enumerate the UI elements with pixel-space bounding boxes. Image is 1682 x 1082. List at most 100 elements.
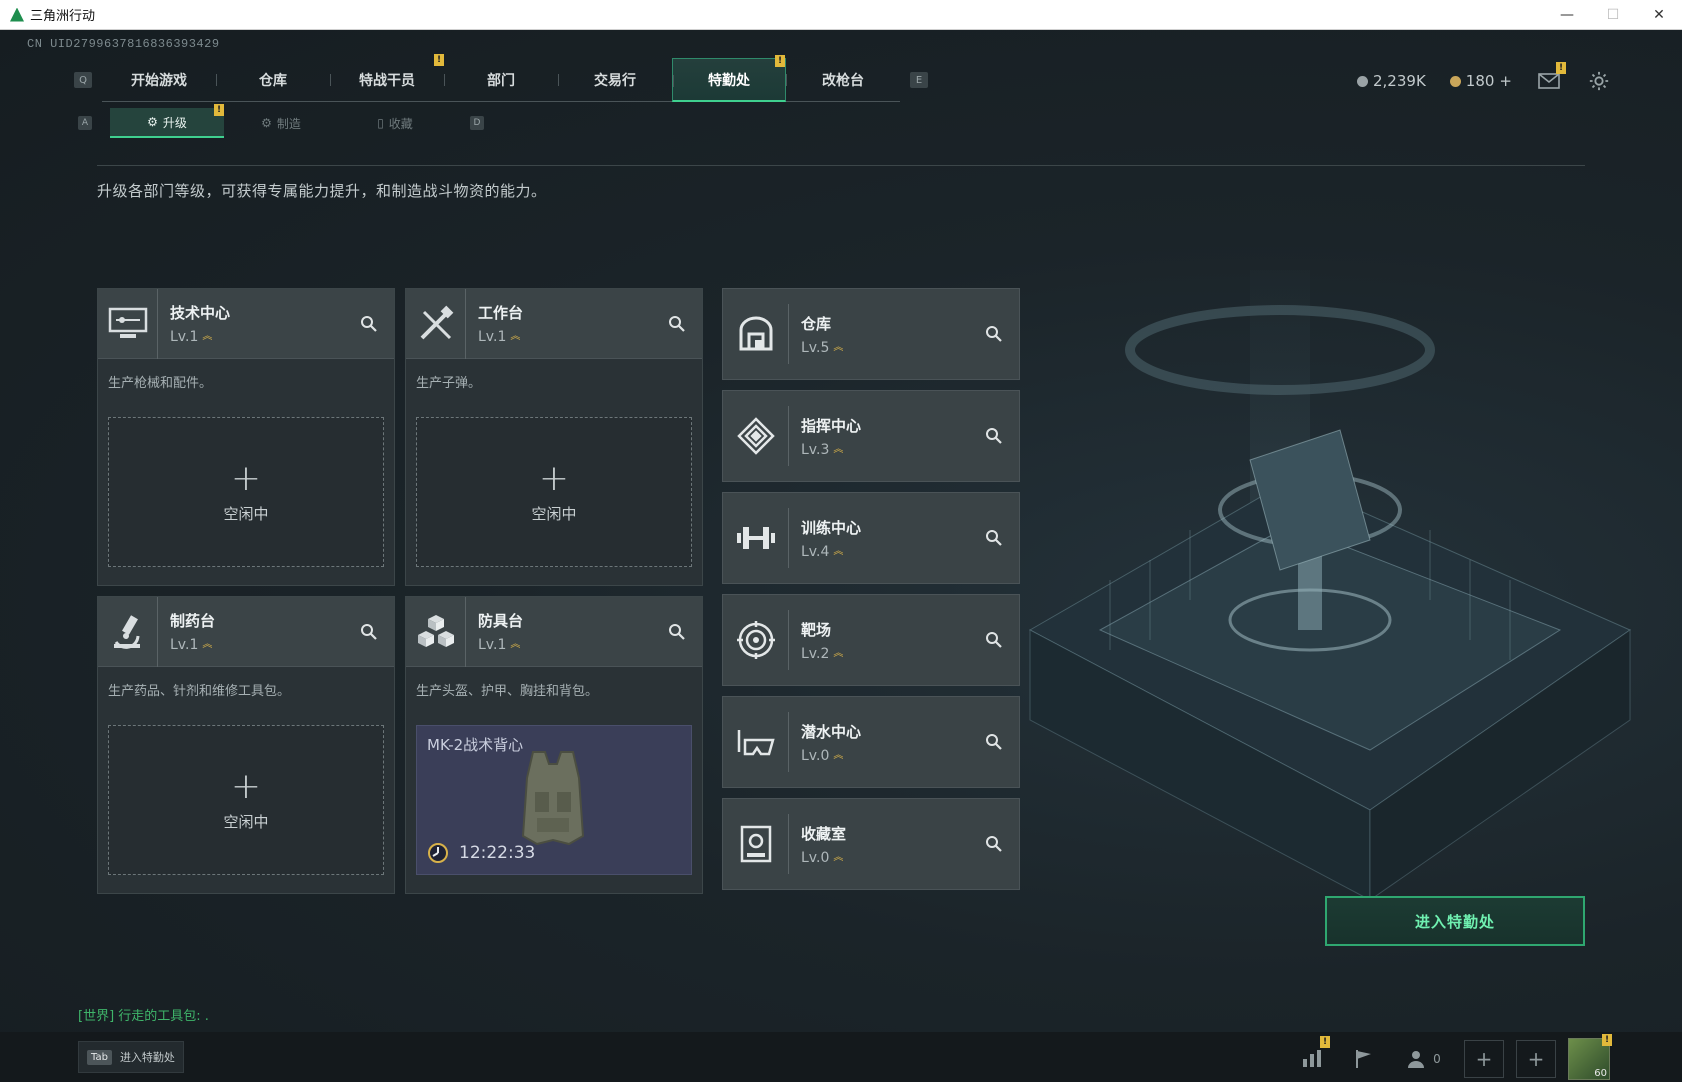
game-viewport: CN UID2799637816836393429 Q 开始游戏 仓库 特战干员… bbox=[0, 30, 1682, 1082]
level-up-icon: ︽ bbox=[833, 545, 844, 557]
flag-button[interactable] bbox=[1344, 1040, 1384, 1078]
stats-badge: ! bbox=[1320, 1036, 1330, 1048]
warehouse-icon bbox=[723, 304, 789, 364]
search-icon bbox=[361, 316, 377, 332]
collection-icon: ▯ bbox=[377, 116, 384, 130]
minimize-button[interactable]: — bbox=[1544, 0, 1590, 30]
tab-key: Tab bbox=[87, 1049, 112, 1065]
tab-special-ops[interactable]: 特勤处! bbox=[672, 55, 786, 102]
add-slot-button[interactable]: + bbox=[1464, 1040, 1504, 1078]
subtab-label: 收藏 bbox=[388, 116, 413, 131]
production-slot-empty[interactable]: + 空闲中 bbox=[416, 417, 692, 567]
sub-navigation: A ⚙ 升级 ! ⚙ 制造 ▯ 收藏 D bbox=[78, 104, 484, 138]
notification-badge: ! bbox=[775, 55, 785, 67]
search-icon bbox=[669, 624, 685, 640]
dept-description: 生产子弹。 bbox=[416, 376, 482, 391]
tab-trading[interactable]: 交易行 bbox=[558, 58, 672, 102]
production-slot-in-progress[interactable]: MK-2战术背心 12:22:33 bbox=[416, 725, 692, 875]
level-up-icon: ︽ bbox=[833, 749, 844, 761]
enter-special-ops-button[interactable]: 进入特勤处 bbox=[1325, 896, 1585, 946]
tab-shortcut-hint[interactable]: Tab 进入特勤处 bbox=[78, 1041, 184, 1073]
friends-button[interactable]: 0 bbox=[1396, 1040, 1452, 1078]
level-up-icon: ︽ bbox=[833, 341, 844, 353]
mail-icon bbox=[1538, 73, 1560, 89]
tab-label: 交易行 bbox=[594, 73, 636, 89]
add-icon: + bbox=[1475, 1047, 1493, 1071]
window-title: 三角洲行动 bbox=[30, 9, 96, 24]
nav-next-key-hint: E bbox=[910, 72, 928, 88]
gold-coin-icon bbox=[1449, 75, 1461, 87]
dept-card-armor-bench[interactable]: 防具台 Lv.1 ︽ 生产头盔、护甲、胸挂和背包。 MK-2战术背心 12:22:… bbox=[405, 596, 703, 894]
stats-button[interactable]: ! bbox=[1292, 1036, 1332, 1078]
facility-name: 收藏室 bbox=[801, 824, 847, 843]
dept-card-pharmacy[interactable]: 制药台 Lv.1 ︽ 生产药品、针剂和维修工具包。 + 空闲中 bbox=[97, 596, 395, 894]
search-icon bbox=[986, 428, 1002, 444]
inspect-button[interactable] bbox=[358, 621, 380, 643]
notification-badge: ! bbox=[214, 104, 224, 116]
level-up-icon: ︽ bbox=[833, 851, 844, 863]
inspect-button[interactable] bbox=[983, 629, 1005, 651]
settings-button[interactable] bbox=[1586, 68, 1612, 94]
silver-currency[interactable]: 2,239K bbox=[1357, 72, 1426, 90]
maximize-button[interactable]: ☐ bbox=[1590, 0, 1636, 30]
facility-level: Lv.2 bbox=[801, 645, 830, 662]
facility-training-center[interactable]: 训练中心 Lv.4 ︽ bbox=[722, 492, 1020, 584]
tab-start-game[interactable]: 开始游戏 bbox=[102, 58, 216, 102]
inspect-button[interactable] bbox=[358, 313, 380, 335]
production-slot-empty[interactable]: + 空闲中 bbox=[108, 417, 384, 567]
level-up-icon: ︽ bbox=[510, 639, 521, 650]
subtab-upgrade[interactable]: ⚙ 升级 ! bbox=[110, 104, 224, 138]
slot-status: 空闲中 bbox=[223, 812, 269, 831]
avatar-level: 60 bbox=[1594, 1068, 1607, 1079]
add-gold-button[interactable]: + bbox=[1499, 72, 1512, 90]
tab-label: 部门 bbox=[487, 73, 515, 89]
gold-amount: 180 bbox=[1465, 72, 1495, 90]
dept-level: Lv.1 bbox=[170, 329, 199, 345]
gear-icon bbox=[1589, 71, 1609, 91]
inspect-button[interactable] bbox=[983, 527, 1005, 549]
facility-diving-center[interactable]: 潜水中心 Lv.0 ︽ bbox=[722, 696, 1020, 788]
facility-warehouse[interactable]: 仓库 Lv.5 ︽ bbox=[722, 288, 1020, 380]
upgrade-icon: ⚙ bbox=[147, 115, 158, 129]
player-avatar[interactable]: ! 60 bbox=[1568, 1034, 1612, 1080]
tab-label: 改枪台 bbox=[822, 73, 864, 89]
facility-command-center[interactable]: 指挥中心 Lv.3 ︽ bbox=[722, 390, 1020, 482]
bottom-bar: Tab 进入特勤处 ! 0 + + ! 60 bbox=[0, 1032, 1682, 1082]
crafting-item-name: MK-2战术背心 bbox=[427, 736, 524, 754]
tab-gunsmith[interactable]: 改枪台 bbox=[786, 58, 900, 102]
notification-badge: ! bbox=[434, 54, 444, 66]
inspect-button[interactable] bbox=[666, 313, 688, 335]
inspect-button[interactable] bbox=[983, 833, 1005, 855]
inspect-button[interactable] bbox=[983, 323, 1005, 345]
dept-name: 技术中心 bbox=[170, 304, 231, 322]
production-slot-empty[interactable]: + 空闲中 bbox=[108, 725, 384, 875]
dept-card-tech-center[interactable]: 技术中心 Lv.1 ︽ 生产枪械和配件。 + 空闲中 bbox=[97, 288, 395, 586]
tab-operators[interactable]: 特战干员! bbox=[330, 54, 444, 102]
add-slot-button[interactable]: + bbox=[1516, 1040, 1556, 1078]
add-icon: + bbox=[538, 457, 570, 499]
dept-description: 生产枪械和配件。 bbox=[108, 376, 213, 391]
facility-name: 仓库 bbox=[801, 314, 832, 333]
mail-button[interactable]: ! bbox=[1536, 62, 1566, 94]
flag-icon bbox=[1356, 1050, 1371, 1068]
subtab-collection[interactable]: ▯ 收藏 bbox=[338, 108, 452, 138]
inspect-button[interactable] bbox=[983, 731, 1005, 753]
tactical-vest-image bbox=[521, 751, 585, 846]
slot-status: 空闲中 bbox=[223, 504, 269, 523]
nav-prev-key-hint: Q bbox=[74, 72, 92, 88]
inspect-button[interactable] bbox=[666, 621, 688, 643]
close-button[interactable]: ✕ bbox=[1636, 0, 1682, 30]
facility-collection-room[interactable]: 收藏室 Lv.0 ︽ bbox=[722, 798, 1020, 890]
search-icon bbox=[986, 734, 1002, 750]
subtab-craft[interactable]: ⚙ 制造 bbox=[224, 108, 338, 138]
dept-card-workbench[interactable]: 工作台 Lv.1 ︽ 生产子弹。 + 空闲中 bbox=[405, 288, 703, 586]
tab-warehouse[interactable]: 仓库 bbox=[216, 58, 330, 102]
page-description: 升级各部门等级，可获得专属能力提升，和制造战斗物资的能力。 bbox=[97, 182, 547, 200]
facility-level: Lv.0 bbox=[801, 849, 830, 866]
inspect-button[interactable] bbox=[983, 425, 1005, 447]
gold-currency[interactable]: 180 + bbox=[1449, 72, 1512, 90]
facility-shooting-range[interactable]: 靶场 Lv.2 ︽ bbox=[722, 594, 1020, 686]
level-up-icon: ︽ bbox=[833, 647, 844, 659]
world-chat-message[interactable]: [世界] 行走的工具包: . bbox=[78, 1005, 209, 1024]
tab-department[interactable]: 部门 bbox=[444, 58, 558, 102]
